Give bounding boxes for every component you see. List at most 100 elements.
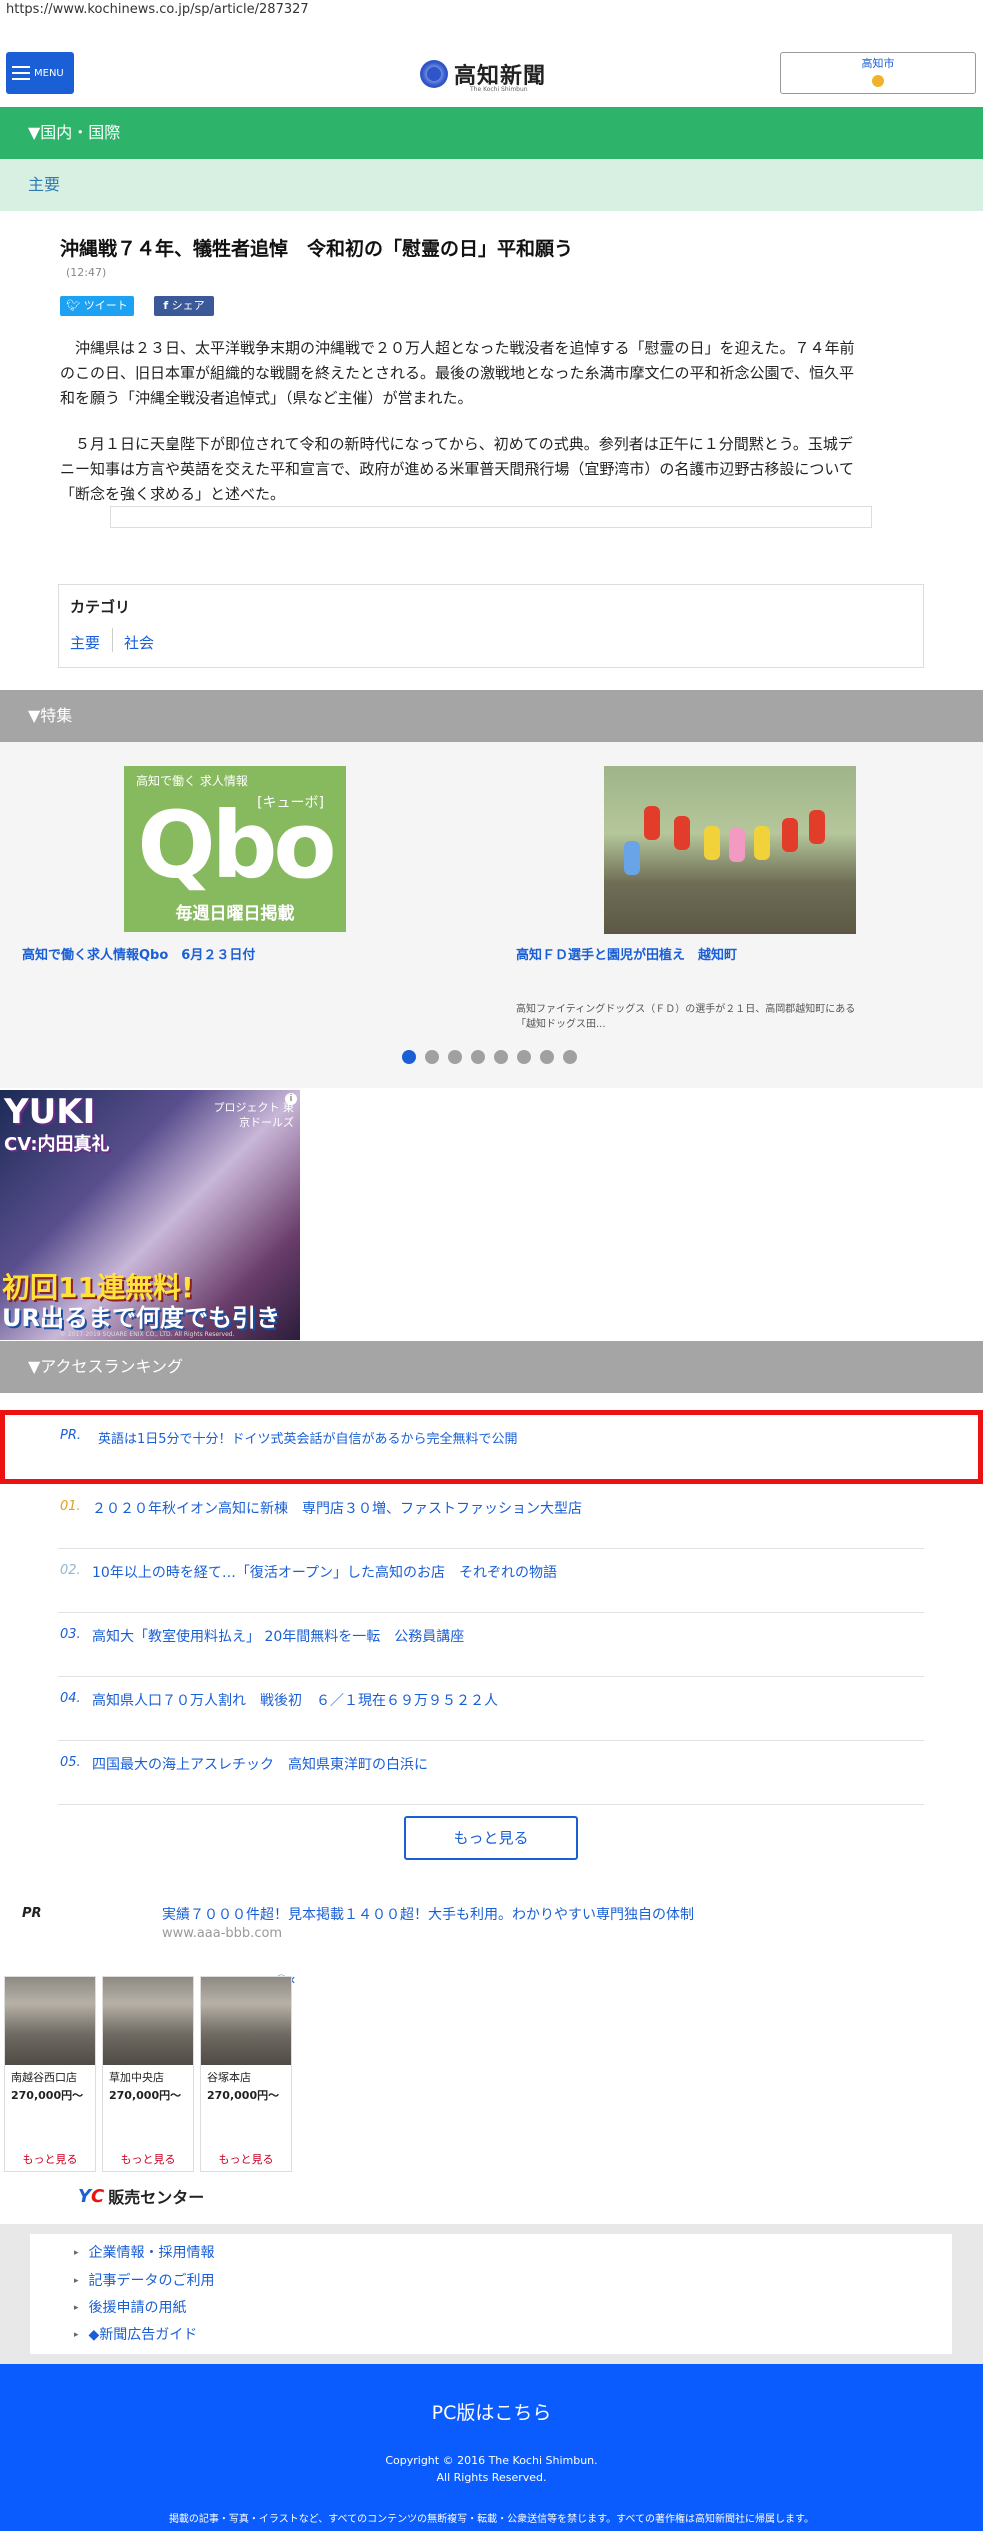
para2-line3: 「断念を強く求める」と述べた。 <box>60 485 286 503</box>
shop-price: 270,000円〜 <box>109 2089 182 2102</box>
shop-price: 270,000円〜 <box>11 2089 84 2102</box>
footer-link-data[interactable]: 記事データのご利用 <box>74 2270 215 2290</box>
shop-price: 270,000円〜 <box>207 2089 280 2102</box>
weather-widget[interactable]: 高知市 <box>780 52 976 94</box>
footer-link-company[interactable]: 企業情報・採用情報 <box>74 2242 215 2262</box>
qbo-bottom-text: 毎週日曜日掲載 <box>175 904 295 924</box>
site-footer: PC版はこちら Copyright © 2016 The Kochi Shimb… <box>0 2364 983 2531</box>
ranking-number: 05. <box>60 1755 81 1770</box>
yc-brand: YC 販売センター <box>78 2184 204 2208</box>
menu-button[interactable]: MENU <box>6 52 74 94</box>
game-advertisement[interactable]: YUKI CV:内田真礼 プロジェクト 東京ドールズ 初回11連無料! UR出る… <box>0 1090 300 1340</box>
carousel-dot[interactable] <box>471 1050 485 1064</box>
logo-subtitle: The Kochi Shimbun <box>470 86 528 93</box>
shop-card[interactable]: 草加中央店 270,000円〜 もっと見る <box>102 1976 194 2172</box>
shop-photo <box>5 1977 95 2065</box>
category-link-main[interactable]: 主要 <box>70 632 100 653</box>
yc-logo-icon: YC <box>78 2185 105 2207</box>
facebook-icon: f <box>163 299 169 312</box>
feature-caption-qbo[interactable]: 高知で働く求人情報Qbo 6月２３日付 <box>22 944 255 963</box>
shop-more-link[interactable]: もっと見る <box>5 2151 95 2167</box>
ranking-divider <box>58 1740 924 1741</box>
article-paragraph-1: 沖縄県は２３日、太平洋戦争末期の沖縄戦で２０万人超となった戦没者を追悼する「慰霊… <box>60 336 924 411</box>
ranking-item-link[interactable]: 高知大「教室使用料払え」 20年間無料を一転 公務員講座 <box>92 1626 464 1646</box>
yc-brand-text: 販売センター <box>108 2188 205 2207</box>
category-link-society[interactable]: 社会 <box>124 632 154 653</box>
qbo-logo: Qbo <box>137 792 336 899</box>
twitter-icon: 🐦︎ <box>66 299 81 312</box>
carousel-dot[interactable] <box>494 1050 508 1064</box>
footer-link-sponsorship[interactable]: 後援申請の用紙 <box>74 2297 187 2317</box>
category-box <box>58 584 924 668</box>
pr-ad-url[interactable]: www.aaa-bbb.com <box>162 1926 282 1941</box>
ranking-number: 02. <box>60 1563 81 1578</box>
ranking-item-link[interactable]: ２０２０年秋イオン高知に新棟 専門店３０増、ファストファッション大型店 <box>92 1498 582 1518</box>
page-url: https://www.kochinews.co.jp/sp/article/2… <box>6 2 309 17</box>
ranking-divider <box>58 1804 924 1805</box>
logo-emblem-icon <box>420 60 448 88</box>
ranking-divider <box>58 1612 924 1613</box>
tweet-button[interactable]: 🐦︎ ツイート <box>60 296 134 316</box>
pc-version-link[interactable]: PC版はこちら <box>0 2398 983 2425</box>
sun-icon <box>872 75 884 87</box>
ranking-number: 01. <box>60 1499 81 1514</box>
share-label: シェア <box>171 299 205 312</box>
ranking-item-link[interactable]: 10年以上の時を経て…「復活オープン」した高知のお店 それぞれの物語 <box>92 1562 557 1582</box>
game-ad-project: プロジェクト 東京ドールズ <box>213 1101 295 1129</box>
ranking-divider <box>58 1548 924 1549</box>
para2-line1: ５月１日に天皇陛下が即位されて令和の新時代になってから、初めての式典。参列者は正… <box>75 435 853 453</box>
shop-advertisement[interactable]: ⓘ✕ 南越谷西口店 270,000円〜 もっと見る 草加中央店 270,000円… <box>0 1970 300 2222</box>
category-separator <box>112 628 113 652</box>
carousel-dot[interactable] <box>402 1050 416 1064</box>
qbo-top-text: 高知で働く 求人情報 <box>136 774 248 788</box>
shop-name: 南越谷西口店 <box>11 2071 77 2084</box>
para1-line1: 沖縄県は２３日、太平洋戦争末期の沖縄戦で２０万人超となった戦没者を追悼する「慰霊… <box>75 339 855 357</box>
para1-line3: 和を願う「沖縄全戦没者追悼式」（県など主催）が営まれた。 <box>60 389 473 407</box>
inline-ad-placeholder <box>110 506 872 528</box>
feature-description: 高知ファイティングドッグス（ＦＤ）の選手が２１日、高岡郡越知町にある「越知ドッグ… <box>516 1004 856 1030</box>
site-logo[interactable]: 高知新聞 The Kochi Shimbun <box>420 56 560 93</box>
ranking-more-button[interactable]: もっと見る <box>404 1816 578 1860</box>
shop-card[interactable]: 谷塚本店 270,000円〜 もっと見る <box>200 1976 292 2172</box>
tweet-label: ツイート <box>83 299 128 312</box>
article-paragraph-2: ５月１日に天皇陛下が即位されて令和の新時代になってから、初めての式典。参列者は正… <box>60 432 924 507</box>
ranking-pr-link[interactable]: 英語は1日5分で十分！ドイツ式英会話が自信があるから完全無料で公開 <box>98 1428 518 1447</box>
features-header: ▼特集 <box>0 690 983 742</box>
feature-caption-rice[interactable]: 高知ＦＤ選手と園児が田植え 越知町 <box>516 944 737 963</box>
shop-photo <box>103 1977 193 2065</box>
shop-more-link[interactable]: もっと見る <box>201 2151 291 2167</box>
article-headline: 沖縄戦７４年、犠牲者追悼 令和初の「慰霊の日」平和願う <box>60 238 574 260</box>
facebook-share-button[interactable]: f シェア <box>154 296 214 316</box>
shop-photo <box>201 1977 291 2065</box>
rice-planting-photo[interactable] <box>604 766 856 934</box>
section-subheader[interactable]: 主要 <box>0 159 983 211</box>
carousel-dot[interactable] <box>563 1050 577 1064</box>
ranking-item-link[interactable]: 高知県人口７０万人割れ 戦後初 ６／１現在６９万９５２２人 <box>92 1690 498 1710</box>
shop-more-link[interactable]: もっと見る <box>103 2151 193 2167</box>
shop-name: 谷塚本店 <box>207 2071 251 2084</box>
ranking-pr-highlight <box>0 1410 983 1484</box>
game-ad-title: YUKI <box>4 1092 96 1132</box>
carousel-dot[interactable] <box>448 1050 462 1064</box>
para1-line2: のこの日、旧日本軍が組織的な戦闘を終えたとされる。最後の激戦地となった糸満市摩文… <box>60 364 854 382</box>
carousel-dot[interactable] <box>425 1050 439 1064</box>
pr-label: PR <box>22 1906 42 1921</box>
footer-link-ad-guide[interactable]: ◆新聞広告ガイド <box>74 2324 198 2344</box>
shop-card[interactable]: 南越谷西口店 270,000円〜 もっと見る <box>4 1976 96 2172</box>
qbo-banner[interactable]: 高知で働く 求人情報 [キューボ] Qbo 毎週日曜日掲載 <box>124 766 346 932</box>
para2-line2: ニー知事は方言や英語を交えた平和宣言で、政府が進める米軍普天間飛行場（宜野湾市）… <box>60 460 854 478</box>
game-ad-cv: CV:内田真礼 <box>4 1134 110 1155</box>
ranking-item-link[interactable]: 四国最大の海上アスレチック 高知県東洋町の白浜に <box>92 1754 428 1774</box>
ranking-number: 03. <box>60 1627 81 1642</box>
pr-ad-link[interactable]: 実績７０００件超！見本掲載１４００超！大手も利用。わかりやすい専門独自の体制 <box>162 1904 694 1924</box>
copyright-notice: 掲載の記事・写真・イラストなど、すべてのコンテンツの無断複写・転載・公衆送信等を… <box>168 2514 815 2525</box>
copyright-line1: Copyright © 2016 The Kochi Shimbun. <box>385 2454 598 2467</box>
game-ad-copyright: © 2017-2019 SQUARE ENIX CO., LTD. All Ri… <box>60 1331 235 1338</box>
ranking-number: 04. <box>60 1691 81 1706</box>
carousel-dot[interactable] <box>540 1050 554 1064</box>
copyright: Copyright © 2016 The Kochi Shimbun. All … <box>0 2452 983 2486</box>
article-time: (12:47) <box>66 266 107 279</box>
ad-info-icon[interactable]: i <box>285 1093 297 1105</box>
ranking-header: ▼アクセスランキング <box>0 1341 983 1393</box>
carousel-dot[interactable] <box>517 1050 531 1064</box>
